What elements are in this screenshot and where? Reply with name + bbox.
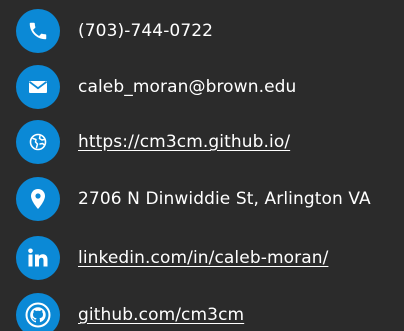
email-address: caleb_moran@brown.edu [78,77,297,97]
contact-row-address: 2706 N Dinwiddie St, Arlington VA [16,177,371,221]
contact-row-linkedin: linkedin.com/in/caleb-moran/ [16,236,328,280]
map-pin-icon [16,177,60,221]
contact-row-github: github.com/cm3cm [16,293,244,331]
linkedin-link[interactable]: linkedin.com/in/caleb-moran/ [78,248,328,268]
phone-number: (703)-744-0722 [78,21,214,41]
website-link[interactable]: https://cm3cm.github.io/ [78,132,290,152]
contact-info-panel: (703)-744-0722 caleb_moran@brown.edu htt… [0,0,404,331]
street-address: 2706 N Dinwiddie St, Arlington VA [78,189,371,209]
linkedin-icon [16,236,60,280]
envelope-icon [16,65,60,109]
github-icon [16,293,60,331]
contact-row-email: caleb_moran@brown.edu [16,65,296,109]
phone-icon [16,9,60,53]
contact-row-website: https://cm3cm.github.io/ [16,120,290,164]
github-link[interactable]: github.com/cm3cm [78,305,244,325]
contact-row-phone: (703)-744-0722 [16,9,213,53]
globe-icon [16,120,60,164]
